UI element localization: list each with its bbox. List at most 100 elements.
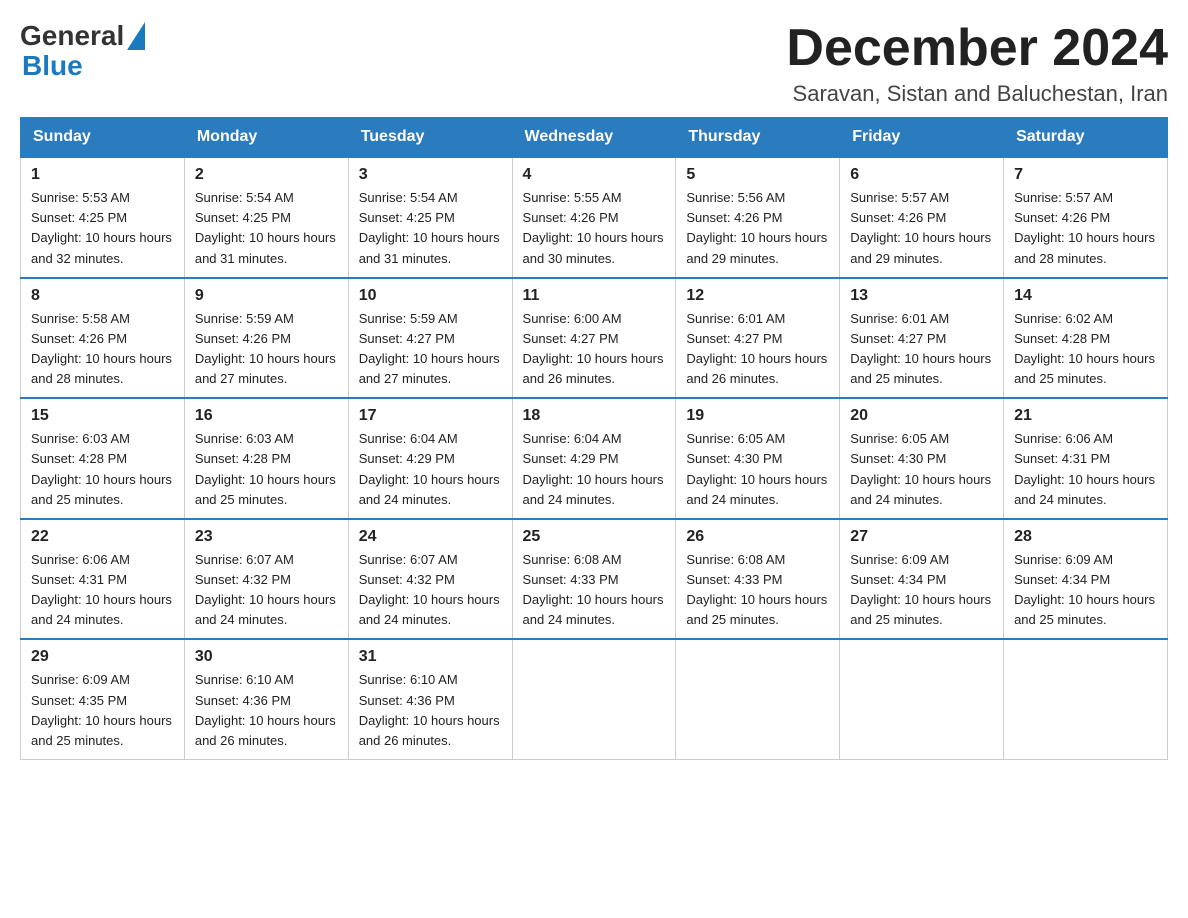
table-row: 28 Sunrise: 6:09 AMSunset: 4:34 PMDaylig… <box>1004 519 1168 640</box>
logo-triangle-icon <box>127 22 145 50</box>
day-info: Sunrise: 6:03 AMSunset: 4:28 PMDaylight:… <box>195 431 336 506</box>
table-row: 14 Sunrise: 6:02 AMSunset: 4:28 PMDaylig… <box>1004 278 1168 399</box>
day-number: 12 <box>686 287 829 305</box>
day-number: 22 <box>31 528 174 546</box>
day-info: Sunrise: 5:59 AMSunset: 4:26 PMDaylight:… <box>195 311 336 386</box>
day-info: Sunrise: 6:02 AMSunset: 4:28 PMDaylight:… <box>1014 311 1155 386</box>
day-number: 7 <box>1014 166 1157 184</box>
day-info: Sunrise: 6:05 AMSunset: 4:30 PMDaylight:… <box>850 431 991 506</box>
table-row: 12 Sunrise: 6:01 AMSunset: 4:27 PMDaylig… <box>676 278 840 399</box>
day-number: 8 <box>31 287 174 305</box>
day-info: Sunrise: 5:55 AMSunset: 4:26 PMDaylight:… <box>523 190 664 265</box>
table-row: 26 Sunrise: 6:08 AMSunset: 4:33 PMDaylig… <box>676 519 840 640</box>
month-title: December 2024 <box>786 20 1168 77</box>
day-info: Sunrise: 5:57 AMSunset: 4:26 PMDaylight:… <box>1014 190 1155 265</box>
table-row: 1 Sunrise: 5:53 AMSunset: 4:25 PMDayligh… <box>21 157 185 278</box>
col-monday: Monday <box>184 118 348 158</box>
day-number: 11 <box>523 287 666 305</box>
table-row <box>512 639 676 759</box>
day-number: 5 <box>686 166 829 184</box>
day-number: 17 <box>359 407 502 425</box>
day-info: Sunrise: 6:04 AMSunset: 4:29 PMDaylight:… <box>523 431 664 506</box>
table-row: 6 Sunrise: 5:57 AMSunset: 4:26 PMDayligh… <box>840 157 1004 278</box>
day-number: 15 <box>31 407 174 425</box>
calendar-week-row: 29 Sunrise: 6:09 AMSunset: 4:35 PMDaylig… <box>21 639 1168 759</box>
table-row: 9 Sunrise: 5:59 AMSunset: 4:26 PMDayligh… <box>184 278 348 399</box>
day-number: 13 <box>850 287 993 305</box>
col-thursday: Thursday <box>676 118 840 158</box>
day-info: Sunrise: 5:53 AMSunset: 4:25 PMDaylight:… <box>31 190 172 265</box>
location-title: Saravan, Sistan and Baluchestan, Iran <box>786 81 1168 107</box>
table-row: 16 Sunrise: 6:03 AMSunset: 4:28 PMDaylig… <box>184 398 348 519</box>
day-info: Sunrise: 5:56 AMSunset: 4:26 PMDaylight:… <box>686 190 827 265</box>
day-number: 23 <box>195 528 338 546</box>
day-number: 31 <box>359 648 502 666</box>
table-row: 4 Sunrise: 5:55 AMSunset: 4:26 PMDayligh… <box>512 157 676 278</box>
day-info: Sunrise: 6:00 AMSunset: 4:27 PMDaylight:… <box>523 311 664 386</box>
day-info: Sunrise: 5:54 AMSunset: 4:25 PMDaylight:… <box>195 190 336 265</box>
day-number: 28 <box>1014 528 1157 546</box>
day-info: Sunrise: 6:09 AMSunset: 4:35 PMDaylight:… <box>31 672 172 747</box>
day-info: Sunrise: 6:10 AMSunset: 4:36 PMDaylight:… <box>359 672 500 747</box>
day-number: 19 <box>686 407 829 425</box>
table-row <box>1004 639 1168 759</box>
day-info: Sunrise: 6:04 AMSunset: 4:29 PMDaylight:… <box>359 431 500 506</box>
table-row: 10 Sunrise: 5:59 AMSunset: 4:27 PMDaylig… <box>348 278 512 399</box>
table-row: 8 Sunrise: 5:58 AMSunset: 4:26 PMDayligh… <box>21 278 185 399</box>
day-info: Sunrise: 6:01 AMSunset: 4:27 PMDaylight:… <box>850 311 991 386</box>
day-info: Sunrise: 6:09 AMSunset: 4:34 PMDaylight:… <box>850 552 991 627</box>
day-info: Sunrise: 5:57 AMSunset: 4:26 PMDaylight:… <box>850 190 991 265</box>
calendar-table: Sunday Monday Tuesday Wednesday Thursday… <box>20 117 1168 760</box>
day-number: 18 <box>523 407 666 425</box>
day-info: Sunrise: 5:59 AMSunset: 4:27 PMDaylight:… <box>359 311 500 386</box>
day-number: 4 <box>523 166 666 184</box>
day-info: Sunrise: 6:05 AMSunset: 4:30 PMDaylight:… <box>686 431 827 506</box>
day-number: 9 <box>195 287 338 305</box>
day-info: Sunrise: 6:01 AMSunset: 4:27 PMDaylight:… <box>686 311 827 386</box>
day-info: Sunrise: 6:07 AMSunset: 4:32 PMDaylight:… <box>195 552 336 627</box>
col-friday: Friday <box>840 118 1004 158</box>
table-row: 3 Sunrise: 5:54 AMSunset: 4:25 PMDayligh… <box>348 157 512 278</box>
day-info: Sunrise: 6:08 AMSunset: 4:33 PMDaylight:… <box>686 552 827 627</box>
day-number: 25 <box>523 528 666 546</box>
table-row: 23 Sunrise: 6:07 AMSunset: 4:32 PMDaylig… <box>184 519 348 640</box>
table-row: 2 Sunrise: 5:54 AMSunset: 4:25 PMDayligh… <box>184 157 348 278</box>
logo: General Blue <box>20 20 145 80</box>
table-row: 17 Sunrise: 6:04 AMSunset: 4:29 PMDaylig… <box>348 398 512 519</box>
table-row: 19 Sunrise: 6:05 AMSunset: 4:30 PMDaylig… <box>676 398 840 519</box>
day-info: Sunrise: 6:09 AMSunset: 4:34 PMDaylight:… <box>1014 552 1155 627</box>
day-number: 20 <box>850 407 993 425</box>
table-row: 11 Sunrise: 6:00 AMSunset: 4:27 PMDaylig… <box>512 278 676 399</box>
col-sunday: Sunday <box>21 118 185 158</box>
day-number: 27 <box>850 528 993 546</box>
table-row: 24 Sunrise: 6:07 AMSunset: 4:32 PMDaylig… <box>348 519 512 640</box>
table-row: 21 Sunrise: 6:06 AMSunset: 4:31 PMDaylig… <box>1004 398 1168 519</box>
table-row: 20 Sunrise: 6:05 AMSunset: 4:30 PMDaylig… <box>840 398 1004 519</box>
day-number: 26 <box>686 528 829 546</box>
day-number: 29 <box>31 648 174 666</box>
table-row: 18 Sunrise: 6:04 AMSunset: 4:29 PMDaylig… <box>512 398 676 519</box>
day-number: 21 <box>1014 407 1157 425</box>
day-info: Sunrise: 6:07 AMSunset: 4:32 PMDaylight:… <box>359 552 500 627</box>
table-row: 29 Sunrise: 6:09 AMSunset: 4:35 PMDaylig… <box>21 639 185 759</box>
day-info: Sunrise: 5:58 AMSunset: 4:26 PMDaylight:… <box>31 311 172 386</box>
day-info: Sunrise: 5:54 AMSunset: 4:25 PMDaylight:… <box>359 190 500 265</box>
col-wednesday: Wednesday <box>512 118 676 158</box>
calendar-week-row: 8 Sunrise: 5:58 AMSunset: 4:26 PMDayligh… <box>21 278 1168 399</box>
title-block: December 2024 Saravan, Sistan and Baluch… <box>786 20 1168 107</box>
col-tuesday: Tuesday <box>348 118 512 158</box>
table-row: 30 Sunrise: 6:10 AMSunset: 4:36 PMDaylig… <box>184 639 348 759</box>
table-row: 15 Sunrise: 6:03 AMSunset: 4:28 PMDaylig… <box>21 398 185 519</box>
table-row: 13 Sunrise: 6:01 AMSunset: 4:27 PMDaylig… <box>840 278 1004 399</box>
col-saturday: Saturday <box>1004 118 1168 158</box>
calendar-week-row: 1 Sunrise: 5:53 AMSunset: 4:25 PMDayligh… <box>21 157 1168 278</box>
calendar-week-row: 15 Sunrise: 6:03 AMSunset: 4:28 PMDaylig… <box>21 398 1168 519</box>
day-info: Sunrise: 6:10 AMSunset: 4:36 PMDaylight:… <box>195 672 336 747</box>
table-row: 22 Sunrise: 6:06 AMSunset: 4:31 PMDaylig… <box>21 519 185 640</box>
day-number: 14 <box>1014 287 1157 305</box>
table-row: 27 Sunrise: 6:09 AMSunset: 4:34 PMDaylig… <box>840 519 1004 640</box>
calendar-week-row: 22 Sunrise: 6:06 AMSunset: 4:31 PMDaylig… <box>21 519 1168 640</box>
page-header: General Blue December 2024 Saravan, Sist… <box>20 20 1168 107</box>
table-row <box>840 639 1004 759</box>
table-row: 25 Sunrise: 6:08 AMSunset: 4:33 PMDaylig… <box>512 519 676 640</box>
